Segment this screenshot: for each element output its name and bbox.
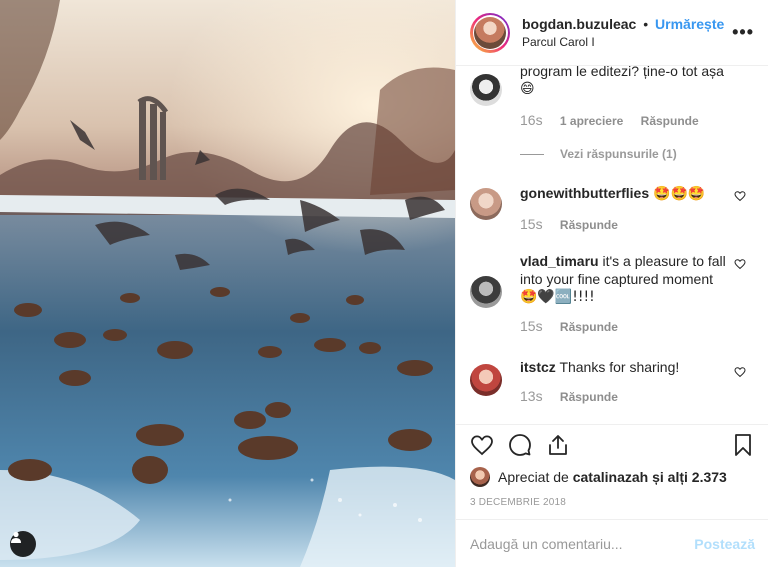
- liked-others[interactable]: și alți 2.373: [652, 469, 727, 485]
- reply-button[interactable]: Răspunde: [560, 218, 618, 232]
- bookmark-icon[interactable]: [731, 433, 755, 457]
- comment-icon[interactable]: [508, 433, 532, 457]
- post-side-panel: bogdan.buzuleac • Urmărește Parcul Carol…: [455, 0, 768, 567]
- author-avatar[interactable]: [470, 12, 510, 53]
- post-date[interactable]: 3 DECEMBRIE 2018: [470, 497, 566, 508]
- comment-avatar[interactable]: [470, 276, 502, 308]
- liked-prefix: Apreciat de: [498, 469, 569, 485]
- comment-username[interactable]: vlad_timaru: [520, 253, 599, 269]
- comment-likes[interactable]: 1 apreciere: [560, 114, 623, 128]
- user-tag-icon: [11, 531, 21, 543]
- comment-avatar[interactable]: [470, 364, 502, 396]
- comment-time[interactable]: 13s: [520, 388, 543, 404]
- author-username[interactable]: bogdan.buzuleac: [522, 16, 636, 32]
- follow-button[interactable]: Urmărește: [655, 16, 724, 32]
- comment-heart-icon[interactable]: [734, 190, 746, 202]
- comment-emoji: 🤩🤩🤩: [653, 186, 706, 202]
- comment-avatar[interactable]: [470, 74, 502, 106]
- comment-username[interactable]: gonewithbutterflies: [520, 185, 649, 201]
- add-comment-bar: Adaugă un comentariu... Postează: [456, 519, 768, 567]
- photo-scene: [0, 0, 455, 567]
- comment-input[interactable]: Adaugă un comentariu...: [470, 536, 623, 552]
- liked-by[interactable]: Apreciat de catalinazah și alți 2.373: [470, 467, 727, 487]
- comment-time[interactable]: 16s: [520, 112, 543, 128]
- post-photo[interactable]: [0, 0, 455, 567]
- reply-button[interactable]: Răspunde: [560, 390, 618, 404]
- comment-heart-icon[interactable]: [734, 258, 746, 270]
- comment-emoji: 😄: [520, 81, 535, 97]
- comment-text: program le editezi? ține-o tot așa: [520, 66, 724, 79]
- liked-by-avatar[interactable]: [470, 467, 490, 487]
- view-replies-button[interactable]: Vezi răspunsurile (1): [520, 147, 677, 161]
- more-icon[interactable]: •••: [732, 22, 754, 43]
- comment-time[interactable]: 15s: [520, 216, 543, 232]
- comment-text: Thanks for sharing!: [559, 359, 680, 375]
- view-replies-label: Vezi răspunsurile (1): [560, 147, 677, 161]
- comment-time[interactable]: 15s: [520, 318, 543, 334]
- comments-list[interactable]: program le editezi? ține-o tot așa 😄 16s…: [456, 66, 768, 424]
- post-comment-button[interactable]: Postează: [694, 536, 755, 552]
- post-actions: Apreciat de catalinazah și alți 2.373 3 …: [456, 424, 768, 567]
- comment-heart-icon[interactable]: [734, 366, 746, 378]
- comment-emoji: 🤩🖤🆒!!!!: [520, 289, 595, 305]
- comment-avatar[interactable]: [470, 188, 502, 220]
- separator-dot: •: [643, 16, 649, 32]
- comment-username[interactable]: itstcz: [520, 359, 556, 375]
- heart-icon[interactable]: [470, 433, 494, 457]
- post-header: bogdan.buzuleac • Urmărește Parcul Carol…: [456, 0, 768, 66]
- reply-button[interactable]: Răspunde: [641, 114, 699, 128]
- reply-button[interactable]: Răspunde: [560, 320, 618, 334]
- user-tag-button[interactable]: [10, 531, 36, 557]
- liked-user[interactable]: catalinazah: [573, 469, 648, 485]
- share-icon[interactable]: [546, 433, 570, 457]
- post-location[interactable]: Parcul Carol I: [522, 35, 724, 49]
